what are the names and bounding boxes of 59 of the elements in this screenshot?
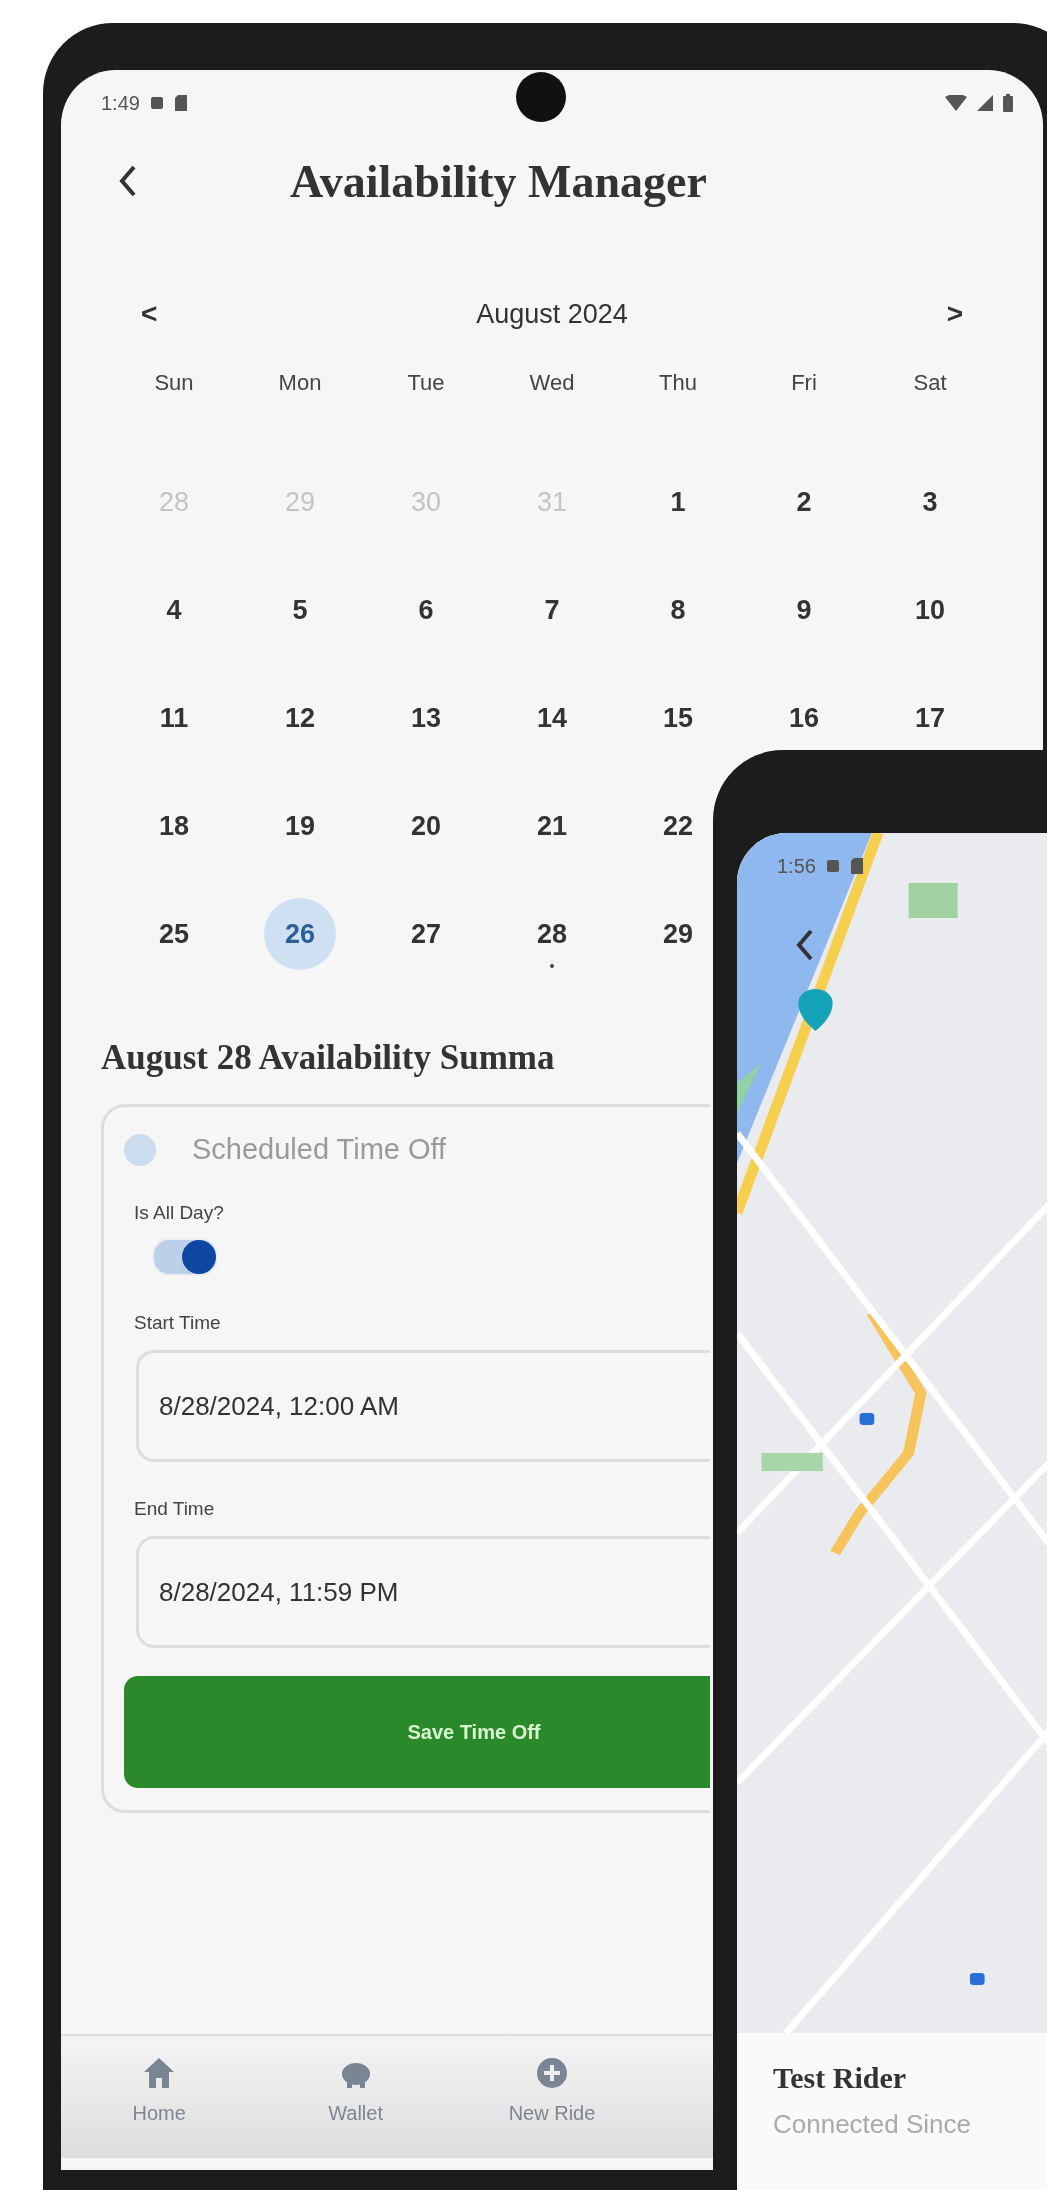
next-month-button[interactable]: >	[946, 298, 963, 330]
toggle-switch[interactable]	[152, 1238, 218, 1276]
previous-month-button[interactable]: <	[141, 298, 158, 330]
camera-hole	[516, 72, 566, 122]
calendar-day[interactable]: 20	[390, 790, 462, 862]
weekday-label: Sat	[913, 369, 947, 397]
weekday-label: Mon	[278, 369, 322, 397]
calendar-day[interactable]: 15	[642, 682, 714, 754]
calendar-day[interactable]: 5	[264, 574, 336, 646]
calendar-day[interactable]: 10	[894, 574, 966, 646]
notification-icon	[149, 96, 164, 110]
field-label: End Time	[134, 1498, 215, 1520]
calendar-day[interactable]: 13	[390, 682, 462, 754]
calendar-day[interactable]: 18	[138, 790, 210, 862]
weekday-label: Fri	[791, 369, 817, 397]
calendar-day[interactable]: 21	[516, 790, 588, 862]
calendar-day[interactable]: 8	[642, 574, 714, 646]
calendar-day[interactable]: 11	[138, 682, 210, 754]
weekday-label: Thu	[659, 369, 697, 397]
calendar-day[interactable]: 29	[642, 898, 714, 970]
calendar-day[interactable]: 22	[642, 790, 714, 862]
rider-name: Test Rider	[773, 2061, 908, 2095]
weekday-label: Tue	[407, 369, 445, 397]
month-label: August 2024	[476, 298, 628, 330]
calendar-day[interactable]: 1	[642, 466, 714, 538]
signal-icon	[977, 95, 993, 111]
summary-heading: August 28 Availability Summa	[101, 1038, 555, 1078]
calendar-day[interactable]: 27	[390, 898, 462, 970]
calendar-day[interactable]: 14	[516, 682, 588, 754]
wifi-icon	[945, 95, 967, 111]
input-field[interactable]: 8/28/2024, 11:59 PM	[136, 1536, 710, 1648]
field-label: Start Time	[134, 1312, 221, 1334]
radio-button[interactable]	[124, 1133, 156, 1166]
calendar-day[interactable]: 3	[894, 466, 966, 538]
calendar-day[interactable]: 9	[768, 574, 840, 646]
battery-icon	[1003, 94, 1013, 112]
field-label: Is All Day?	[134, 1202, 224, 1224]
input-field[interactable]: 8/28/2024, 12:00 AM	[136, 1350, 710, 1462]
calendar-day[interactable]: 6	[390, 574, 462, 646]
screen-title: Availability Manager	[290, 154, 707, 208]
calendar-day[interactable]: 4	[138, 574, 210, 646]
save-button[interactable]: Save Time Off	[124, 1676, 710, 1788]
calendar-day[interactable]: 26	[264, 898, 336, 970]
calendar-day[interactable]: 12	[264, 682, 336, 754]
calendar-day[interactable]: 19	[264, 790, 336, 862]
calendar-day[interactable]: 7	[516, 574, 588, 646]
calendar-day[interactable]: 2	[768, 466, 840, 538]
weekday-label: Wed	[529, 369, 575, 397]
calendar-day[interactable]: 28	[516, 898, 588, 970]
status-time: 1:56	[777, 854, 816, 878]
calendar-day[interactable]: 17	[894, 682, 966, 754]
rider-status: Connected Since	[773, 2109, 973, 2140]
weekday-label: Sun	[154, 369, 194, 397]
calendar-day[interactable]: 25	[138, 898, 210, 970]
calendar-day[interactable]: 16	[768, 682, 840, 754]
option-label: Scheduled Time Off	[192, 1133, 447, 1166]
sim-card-icon	[173, 95, 188, 111]
add-circle-icon[interactable]	[535, 2056, 569, 2090]
status-time: 1:49	[101, 91, 140, 115]
